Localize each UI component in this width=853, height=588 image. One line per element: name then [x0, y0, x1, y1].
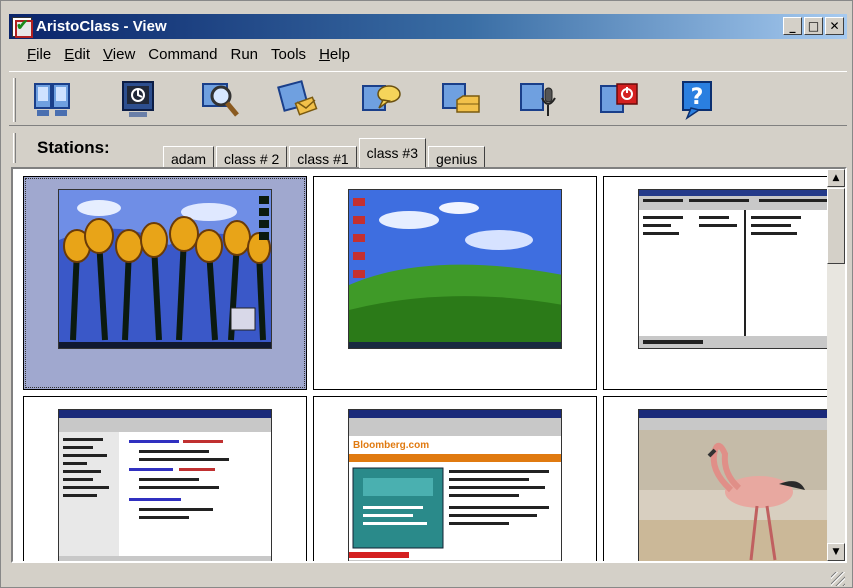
menu-command[interactable]: Command: [142, 46, 224, 63]
site-logo: Bloomberg.com: [353, 440, 429, 451]
station-thumbnail[interactable]: [23, 176, 307, 390]
power-off-button[interactable]: [597, 78, 641, 122]
power-off-icon: [600, 83, 638, 113]
maximize-button[interactable]: □: [804, 17, 823, 35]
send-message-button[interactable]: [277, 78, 321, 122]
resize-grip-icon[interactable]: [831, 572, 845, 586]
code-editor-screen: [58, 409, 272, 561]
svg-text:?: ?: [691, 85, 704, 110]
station-tabs: adam class # 2 class #1 class #3 genius: [163, 138, 487, 172]
toolbar: ?: [9, 71, 847, 126]
menu-view[interactable]: View: [97, 46, 142, 63]
help-icon: ?: [682, 81, 712, 120]
minimize-button[interactable]: _: [783, 17, 802, 35]
app-logo-icon: [12, 16, 33, 38]
monitors-icon: [34, 83, 70, 116]
bloomberg-browser-screen: Bloomberg.com: [348, 409, 562, 561]
monitors-button[interactable]: [31, 78, 75, 122]
stations-label: Stations:: [37, 138, 110, 157]
station-thumbnail[interactable]: [603, 176, 845, 390]
menu-run[interactable]: Run: [225, 46, 266, 63]
chat-button[interactable]: [359, 78, 403, 122]
station-thumbnail[interactable]: Bloomberg.com: [313, 396, 597, 561]
window-title: AristoClass - View: [36, 18, 167, 35]
toolbar-grip[interactable]: [13, 78, 16, 122]
audio-icon: [520, 83, 556, 116]
station-thumbnail[interactable]: [23, 396, 307, 561]
scroll-thumb[interactable]: [827, 188, 845, 264]
file-manager-screen: [638, 189, 845, 349]
arrow-up-icon: ▲: [832, 173, 840, 183]
tab-class-3[interactable]: class #3: [358, 138, 426, 168]
title-bar[interactable]: AristoClass - View _ □ ✕: [9, 14, 847, 39]
view-screen-button[interactable]: [199, 78, 243, 122]
arrow-down-icon: ▼: [832, 547, 840, 557]
menu-edit[interactable]: Edit: [58, 46, 97, 63]
send-message-icon: [277, 80, 318, 116]
flamingo-photo-screen: [638, 409, 845, 561]
scroll-up-button[interactable]: ▲: [827, 169, 845, 187]
send-files-button[interactable]: [439, 78, 483, 122]
station-thumbnail[interactable]: [313, 176, 597, 390]
app-window: AristoClass - View _ □ ✕ File Edit View …: [0, 0, 853, 588]
vertical-scrollbar[interactable]: ▲ ▼: [827, 169, 845, 561]
magnifier-icon: [202, 83, 239, 117]
stations-bar: Stations: adam class # 2 class #1 class …: [9, 131, 847, 172]
send-files-icon: [442, 83, 480, 113]
station-thumbnail[interactable]: [603, 396, 845, 561]
remote-control-icon: [122, 81, 154, 117]
scroll-down-button[interactable]: ▼: [827, 543, 845, 561]
stations-grip[interactable]: [13, 133, 16, 163]
bliss-desktop-screen: [348, 189, 562, 349]
station-grid: Bloomberg.com ▲ ▼: [11, 167, 847, 563]
status-bar: [9, 566, 847, 588]
menu-help[interactable]: Help: [313, 46, 357, 63]
remote-control-button[interactable]: [117, 78, 161, 122]
menu-file[interactable]: File: [21, 46, 58, 63]
menu-bar: File Edit View Command Run Tools Help: [9, 41, 847, 67]
audio-button[interactable]: [517, 78, 561, 122]
close-button[interactable]: ✕: [825, 17, 844, 35]
help-button[interactable]: ?: [677, 78, 721, 122]
menu-tools[interactable]: Tools: [265, 46, 313, 63]
tulip-desktop-screen: [58, 189, 272, 349]
chat-icon: [362, 85, 401, 111]
